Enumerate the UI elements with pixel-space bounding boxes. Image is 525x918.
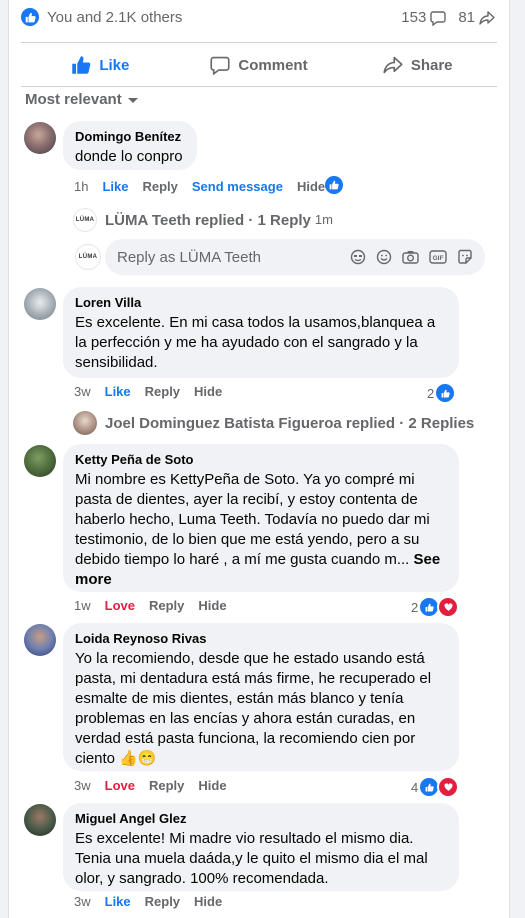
- comments-card: You and 2.1K others 153 81 Like Comment …: [8, 0, 510, 918]
- comment-like-button[interactable]: Like: [105, 384, 131, 399]
- comment-author[interactable]: Domingo Benítez: [75, 129, 185, 144]
- comment-meta: 3w Love Reply Hide: [74, 778, 241, 793]
- replies-link[interactable]: Joel Dominguez Batista Figueroa replied …: [73, 411, 474, 435]
- comment-like-button[interactable]: Like: [105, 894, 131, 909]
- reaction-count: 2: [411, 599, 419, 615]
- comment-author[interactable]: Loren Villa: [75, 295, 447, 310]
- comment-time[interactable]: 1w: [74, 598, 91, 613]
- comment-hide-button[interactable]: Hide: [194, 894, 222, 909]
- emoji-icon[interactable]: [376, 249, 392, 265]
- share-arrow-icon: [479, 10, 495, 25]
- replies-link[interactable]: LÜMA LÜMA Teeth replied · 1 Reply 1m: [73, 208, 333, 232]
- comment-time[interactable]: 3w: [74, 894, 91, 909]
- like-reaction-icon: [21, 8, 39, 26]
- divider: [21, 42, 497, 43]
- comment-bubble: Domingo Benítez donde lo conpro: [63, 121, 197, 170]
- share-label: Share: [410, 56, 453, 74]
- reply-time: 1m: [314, 211, 333, 227]
- comment-reply-button[interactable]: Reply: [149, 778, 184, 793]
- avatar[interactable]: [24, 288, 56, 320]
- comment-hide-button[interactable]: Hide: [297, 179, 325, 194]
- comment-text: donde lo conpro: [75, 148, 183, 165]
- avatar: [73, 411, 97, 435]
- camera-icon[interactable]: [402, 249, 419, 265]
- comment-hide-button[interactable]: Hide: [194, 384, 222, 399]
- divider: [21, 86, 497, 87]
- comment-text: Yo la recomiendo, desde que he estado us…: [75, 650, 432, 767]
- comment-author[interactable]: Loida Reynoso Rivas: [75, 631, 447, 646]
- comment-bubble: Loren Villa Es excelente. En mi casa tod…: [63, 287, 459, 378]
- svg-text:GIF: GIF: [433, 255, 444, 262]
- page-logo: LÜMA: [73, 208, 97, 232]
- reply-placeholder: Reply as LÜMA Teeth: [117, 248, 261, 266]
- comment-reply-button[interactable]: Reply: [145, 894, 180, 909]
- reactions-text[interactable]: You and 2.1K others: [47, 9, 182, 26]
- avatar-sticker-icon[interactable]: [350, 249, 366, 265]
- comment-love-button[interactable]: Love: [105, 778, 135, 793]
- sort-label: Most relevant: [25, 91, 122, 108]
- avatar[interactable]: [24, 445, 56, 477]
- comment-bubble: Loida Reynoso Rivas Yo la recomiendo, de…: [63, 623, 459, 771]
- shares-count[interactable]: 81: [458, 9, 475, 26]
- comment-hide-button[interactable]: Hide: [198, 598, 226, 613]
- reactions-summary[interactable]: You and 2.1K others 153 81: [21, 8, 495, 34]
- replies-text: Joel Dominguez Batista Figueroa replied …: [105, 414, 475, 432]
- comment-reactions[interactable]: 4: [411, 776, 460, 798]
- share-button[interactable]: Share: [338, 44, 497, 86]
- reply-input[interactable]: Reply as LÜMA Teeth GIF: [105, 239, 485, 275]
- comment-text: Es excelente. En mi casa todos la usamos…: [75, 314, 436, 371]
- post-action-bar: Like Comment Share: [21, 44, 497, 86]
- send-message-link[interactable]: Send message: [192, 179, 283, 194]
- like-reaction-icon: [434, 382, 457, 404]
- comment-bubble: Ketty Peña de Soto Mi nombre es KettyPeñ…: [63, 444, 459, 592]
- comment-reply-button[interactable]: Reply: [145, 384, 180, 399]
- reaction-count: 2: [427, 385, 435, 401]
- comments-count[interactable]: 153: [401, 9, 426, 26]
- comment-time[interactable]: 1h: [74, 179, 88, 194]
- like-label: Like: [99, 56, 130, 74]
- heart-reaction-icon: [437, 596, 460, 618]
- caret-down-icon: [127, 97, 138, 103]
- comment-reactions[interactable]: 2: [427, 382, 457, 404]
- comment-text: Mi nombre es KettyPeña de Soto. Ya yo co…: [75, 471, 430, 568]
- comment-time[interactable]: 3w: [74, 384, 91, 399]
- comment-love-button[interactable]: Love: [105, 598, 135, 613]
- replies-text: LÜMA Teeth replied · 1 Reply: [105, 211, 311, 229]
- comment-text: Es excelente! Mi madre vio resultado el …: [75, 830, 428, 887]
- comment-author[interactable]: Miguel Angel Glez: [75, 811, 447, 826]
- comment-time[interactable]: 3w: [74, 778, 91, 793]
- comment-author[interactable]: Ketty Peña de Soto: [75, 452, 447, 467]
- sort-dropdown[interactable]: Most relevant: [25, 91, 138, 108]
- comment-like-button[interactable]: Like: [102, 179, 128, 194]
- comment-button[interactable]: Comment: [180, 44, 339, 86]
- share-icon: [383, 56, 403, 74]
- comment-meta: 1w Love Reply Hide: [74, 598, 241, 613]
- like-button[interactable]: Like: [21, 44, 180, 86]
- like-reaction-icon[interactable]: [325, 176, 343, 194]
- page-logo: LÜMA: [75, 244, 101, 270]
- comment-reply-button[interactable]: Reply: [149, 598, 184, 613]
- comment-reply-button[interactable]: Reply: [142, 179, 177, 194]
- comment-label: Comment: [238, 56, 308, 74]
- comment-bubble: Miguel Angel Glez Es excelente! Mi madre…: [63, 803, 459, 891]
- thumbs-up-icon: [72, 56, 91, 74]
- comment-meta: 1h Like Reply Send message Hide: [74, 179, 339, 194]
- comment-reactions[interactable]: 2: [411, 596, 460, 618]
- avatar[interactable]: [24, 122, 56, 154]
- heart-reaction-icon: [437, 776, 460, 798]
- comment-meta: 3w Like Reply Hide: [74, 894, 236, 909]
- sticker-icon[interactable]: [457, 249, 473, 265]
- comment-icon: [210, 56, 230, 75]
- avatar[interactable]: [24, 624, 56, 656]
- comment-meta: 3w Like Reply Hide: [74, 384, 236, 399]
- reaction-count: 4: [411, 779, 419, 795]
- comment-bubble-icon: [430, 10, 447, 26]
- comment-hide-button[interactable]: Hide: [198, 778, 226, 793]
- avatar[interactable]: [24, 804, 56, 836]
- gif-icon[interactable]: GIF: [429, 249, 447, 265]
